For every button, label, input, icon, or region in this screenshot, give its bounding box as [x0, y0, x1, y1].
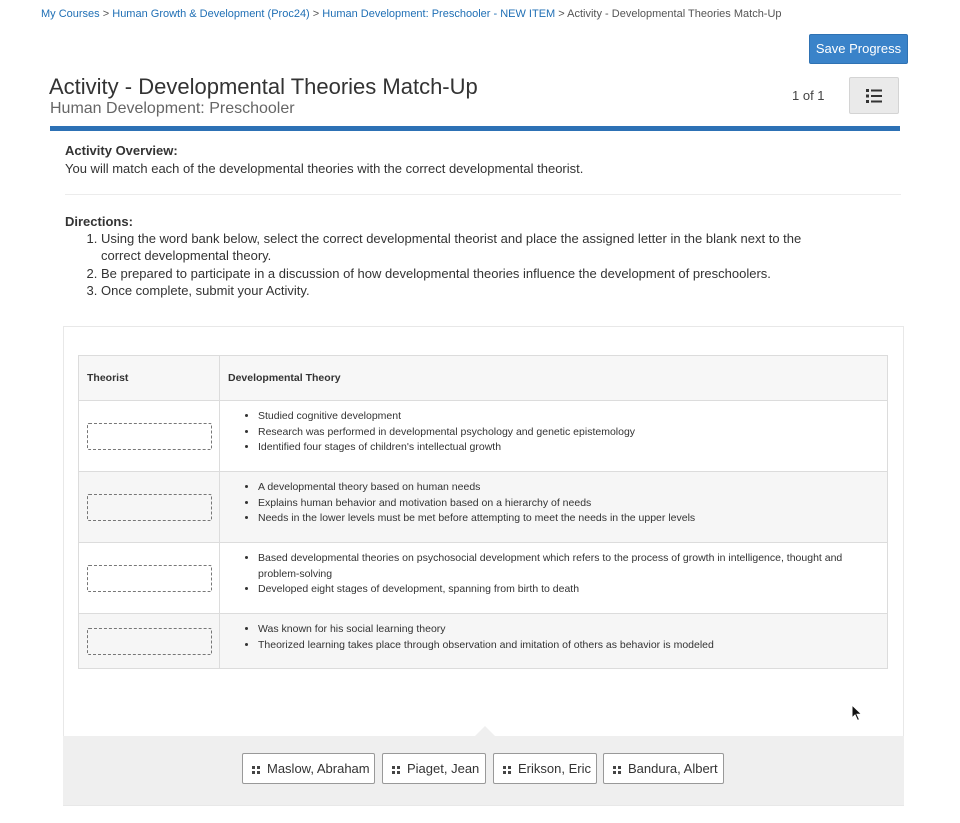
overview-label: Activity Overview:	[65, 143, 178, 158]
save-progress-button[interactable]: Save Progress	[809, 34, 908, 64]
word-bank-chip-erikson[interactable]: Erikson, Eric	[493, 753, 597, 784]
theorist-drop-zone[interactable]	[87, 422, 212, 450]
page-title: Activity - Developmental Theories Match-…	[49, 74, 478, 99]
page-counter: 1 of 1	[792, 88, 825, 103]
theory-point: Needs in the lower levels must be met be…	[258, 511, 887, 527]
list-icon	[866, 88, 882, 103]
theory-point: Studied cognitive development	[258, 409, 887, 425]
theory-point: Explains human behavior and motivation b…	[258, 496, 887, 512]
breadcrumb: My Courses > Human Growth & Development …	[41, 8, 782, 20]
drag-handle-icon	[252, 766, 260, 774]
breadcrumb-separator: >	[558, 8, 565, 20]
theory-point: Based developmental theories on psychoso…	[258, 551, 867, 582]
theory-points: Was known for his social learning theory…	[249, 622, 887, 653]
theory-point: Identified four stages of children's int…	[258, 440, 887, 456]
word-bank-chip-maslow[interactable]: Maslow, Abraham	[242, 753, 375, 784]
header-rule	[50, 126, 900, 131]
chip-label: Bandura, Albert	[628, 761, 718, 776]
directions-list: Using the word bank below, select the co…	[101, 230, 841, 300]
theory-points: Studied cognitive development Research w…	[249, 409, 887, 456]
mouse-cursor-icon	[851, 704, 863, 722]
breadcrumb-current: Activity - Developmental Theories Match-…	[567, 8, 782, 20]
theory-point: Research was performed in developmental …	[258, 425, 887, 441]
word-bank-chip-bandura[interactable]: Bandura, Albert	[603, 753, 724, 784]
theory-point: A developmental theory based on human ne…	[258, 480, 887, 496]
drag-handle-icon	[613, 766, 621, 774]
theory-point: Was known for his social learning theory	[258, 622, 887, 638]
word-bank-chip-piaget[interactable]: Piaget, Jean	[382, 753, 486, 784]
page-subtitle: Human Development: Preschooler	[50, 100, 295, 117]
breadcrumb-link-module[interactable]: Human Development: Preschooler - NEW ITE…	[322, 8, 555, 20]
breadcrumb-link-my-courses[interactable]: My Courses	[41, 8, 100, 20]
drag-handle-icon	[392, 766, 400, 774]
section-divider	[65, 194, 901, 195]
theorist-drop-zone[interactable]	[87, 564, 212, 592]
theorist-drop-zone[interactable]	[87, 627, 212, 655]
theory-points: Based developmental theories on psychoso…	[249, 551, 867, 598]
directions-step: Using the word bank below, select the co…	[101, 230, 841, 265]
breadcrumb-separator: >	[312, 8, 320, 20]
table-row: Based developmental theories on psychoso…	[78, 542, 888, 614]
drag-handle-icon	[503, 766, 511, 774]
overview-text: You will match each of the developmental…	[65, 161, 584, 176]
chip-label: Maslow, Abraham	[267, 761, 370, 776]
chip-label: Piaget, Jean	[407, 761, 480, 776]
column-header-theorist: Theorist	[78, 355, 220, 401]
table-row: A developmental theory based on human ne…	[78, 471, 888, 543]
theory-point: Theorized learning takes place through o…	[258, 638, 887, 654]
breadcrumb-link-course[interactable]: Human Growth & Development (Proc24)	[112, 8, 309, 20]
table-of-contents-button[interactable]	[849, 77, 899, 114]
table-row: Was known for his social learning theory…	[78, 613, 888, 669]
theory-points: A developmental theory based on human ne…	[249, 480, 887, 527]
column-header-theory: Developmental Theory	[219, 355, 888, 401]
directions-step: Once complete, submit your Activity.	[101, 282, 841, 299]
breadcrumb-separator: >	[102, 8, 110, 20]
word-bank-pointer	[475, 726, 495, 736]
table-row: Studied cognitive development Research w…	[78, 400, 888, 472]
directions-label: Directions:	[65, 214, 133, 229]
directions-step: Be prepared to participate in a discussi…	[101, 265, 841, 282]
chip-label: Erikson, Eric	[518, 761, 591, 776]
theorist-drop-zone[interactable]	[87, 493, 212, 521]
match-table: Theorist Developmental Theory Studied co…	[78, 355, 888, 669]
theory-point: Developed eight stages of development, s…	[258, 582, 867, 598]
